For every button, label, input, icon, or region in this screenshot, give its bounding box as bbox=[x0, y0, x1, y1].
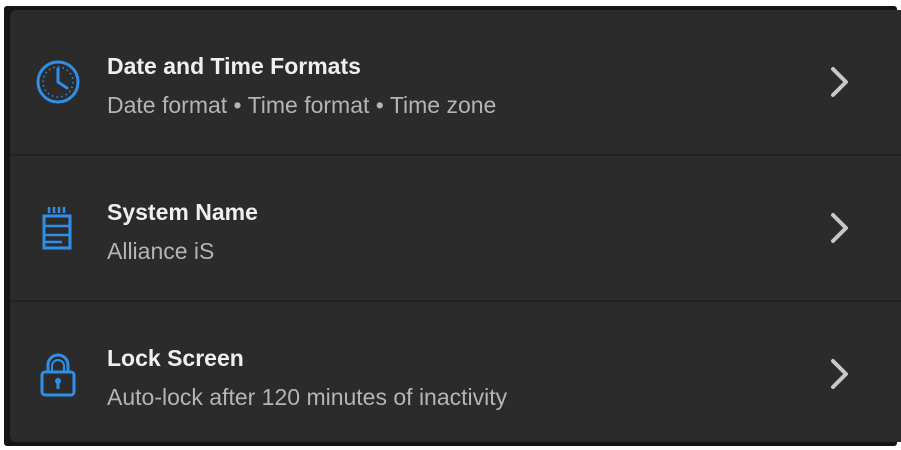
settings-item-subtitle: Auto-lock after 120 minutes of inactivit… bbox=[107, 384, 508, 410]
chevron-right-icon bbox=[826, 211, 854, 245]
settings-item-subtitle: Alliance iS bbox=[107, 238, 215, 264]
screen: Date and Time Formats Date format • Time… bbox=[0, 0, 901, 450]
settings-item-title: Date and Time Formats bbox=[107, 53, 361, 79]
settings-item-subtitle: Date format • Time format • Time zone bbox=[107, 92, 497, 118]
settings-item-system-name[interactable]: System Name Alliance iS bbox=[10, 156, 901, 300]
chevron-right-icon bbox=[826, 65, 854, 99]
settings-item-date-time-formats[interactable]: Date and Time Formats Date format • Time… bbox=[10, 10, 901, 154]
settings-item-title: Lock Screen bbox=[107, 345, 244, 371]
settings-item-title: System Name bbox=[107, 199, 258, 225]
chevron-right-icon bbox=[826, 357, 854, 391]
settings-list: Date and Time Formats Date format • Time… bbox=[10, 10, 901, 442]
settings-item-lock-screen[interactable]: Lock Screen Auto-lock after 120 minutes … bbox=[10, 302, 901, 442]
lock-icon bbox=[34, 350, 82, 398]
device-icon bbox=[34, 204, 82, 252]
clock-icon bbox=[34, 58, 82, 106]
